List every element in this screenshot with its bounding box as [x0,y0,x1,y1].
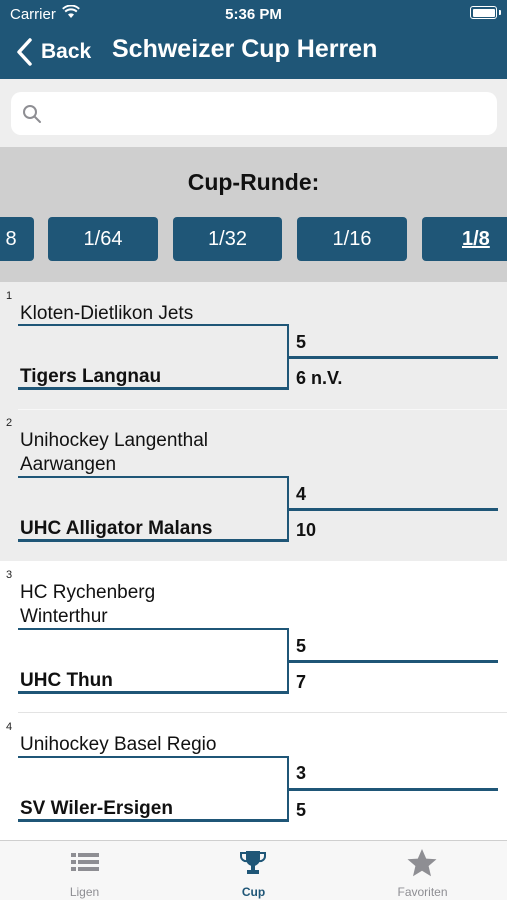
round-selector: Cup-Runde: 8 1/64 1/32 1/16 1/8 [0,147,507,282]
team-a: Unihockey Basel Regio [20,734,217,755]
bracket-line [18,539,289,542]
tab-bar: Ligen Cup Favoriten [0,840,507,900]
team-a: Kloten-Dietlikon Jets [20,303,194,324]
match-number: 3 [6,569,13,581]
score-b: 5 [296,800,307,820]
header: Carrier 5:36 PM Back Schweizer Cup Herre… [0,0,507,79]
bracket-line [18,756,289,758]
bracket-line [288,788,498,791]
team-b: SV Wiler-Ersigen [20,798,173,819]
list-icon [71,853,99,871]
team-b: UHC Thun [20,670,113,691]
score-a: 3 [296,763,307,783]
round-button-1-64[interactable]: 1/64 [48,217,158,261]
match-row[interactable]: 3 HC Rychenberg Winterthur 5 UHC Thun 7 [0,561,507,713]
round-button-1-32[interactable]: 1/32 [173,217,282,261]
team-a: Unihockey Langenthal Aarwangen [20,430,209,475]
tab-favoriten[interactable]: Favoriten [338,841,507,901]
tab-label: Cup [241,885,266,899]
match-row[interactable]: 4 Unihockey Basel Regio 3 SV Wiler-Ersig… [0,713,507,840]
round-button-partial[interactable]: 8 [0,217,34,261]
trophy-icon [240,851,266,874]
round-button-1-16[interactable]: 1/16 [297,217,407,261]
bracket-line [18,628,289,630]
score-a: 5 [296,636,307,656]
match-row[interactable]: 2 Unihockey Langenthal Aarwangen 4 UHC A… [0,409,507,561]
team-b: UHC Alligator Malans [20,518,213,539]
status-bar: Carrier 5:36 PM [0,0,507,28]
page-title: Schweizer Cup Herren [112,35,378,63]
match-number: 4 [6,721,13,733]
team-b: Tigers Langnau [20,366,162,387]
bracket-line [288,508,498,511]
score-a: 4 [296,484,307,504]
search-icon [23,105,41,123]
score-b: 6 n.V. [296,368,343,388]
team-a: HC Rychenberg Winterthur [20,582,156,627]
score-b: 7 [296,672,307,692]
bracket-line [18,819,289,822]
status-time: 5:36 PM [225,6,282,23]
battery-icon [470,6,501,19]
search-input[interactable] [11,92,497,135]
round-button-1-8[interactable]: 1/8 [422,217,507,261]
tab-ligen[interactable]: Ligen [0,841,169,901]
back-button[interactable]: Back [13,37,91,67]
bracket-line [18,476,289,478]
tab-cup[interactable]: Cup [169,841,338,901]
divider [18,409,507,410]
chevron-left-icon [17,38,32,66]
bracket-line [18,387,289,390]
bracket-line [18,691,289,694]
match-number: 2 [6,417,13,429]
nav-bar: Back Schweizer Cup Herren [0,30,507,74]
bracket-line [288,356,498,359]
bracket-line [18,324,289,326]
back-label: Back [41,40,92,63]
match-number: 1 [6,290,13,302]
tab-label: Favoriten [397,885,448,899]
star-icon [407,849,437,877]
tab-label: Ligen [69,885,100,899]
search-bar [0,79,507,147]
score-a: 5 [296,332,307,352]
round-heading: Cup-Runde: [187,169,320,195]
match-row[interactable]: 1 Kloten-Dietlikon Jets 5 Tigers Langnau… [0,282,507,409]
bracket-line [288,660,498,663]
score-b: 10 [296,520,317,540]
